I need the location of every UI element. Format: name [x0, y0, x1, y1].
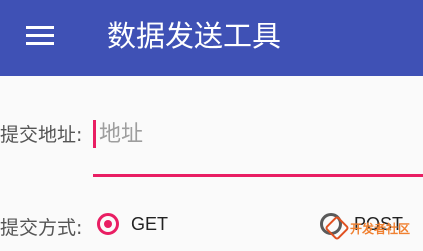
radio-get[interactable]: GET	[97, 210, 168, 238]
watermark: 开发者社区	[324, 212, 418, 244]
radio-get-circle[interactable]	[97, 213, 119, 235]
radio-selected-dot	[104, 220, 112, 228]
watermark-logo-icon	[324, 215, 350, 241]
address-underline	[93, 174, 423, 177]
address-label: 提交地址:	[0, 124, 83, 146]
app-title: 数据发送工具	[107, 19, 282, 53]
app-bar: 数据发送工具	[0, 0, 423, 76]
radio-get-label: GET	[131, 213, 169, 234]
text-cursor	[93, 120, 96, 148]
watermark-text: 开发者社区	[350, 221, 411, 236]
address-input[interactable]: 地址	[93, 112, 423, 177]
hamburger-menu-icon[interactable]	[26, 26, 54, 46]
address-placeholder: 地址	[99, 122, 144, 147]
method-label: 提交方式:	[0, 217, 83, 239]
